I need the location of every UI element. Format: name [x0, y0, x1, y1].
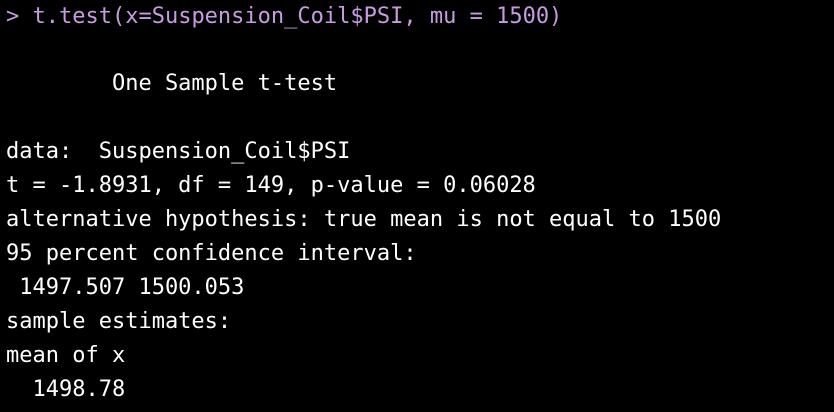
confidence-interval-label: 95 percent confidence interval: — [6, 241, 417, 266]
r-console[interactable]: > t.test(x=Suspension_Coil$PSI, mu = 150… — [0, 0, 834, 412]
sample-estimates-label: sample estimates: — [6, 309, 232, 334]
command-text: t.test(x=Suspension_Coil$PSI, mu = 1500) — [32, 4, 563, 29]
stats-line: t = -1.8931, df = 149, p-value = 0.06028 — [6, 173, 536, 198]
alternative-hypothesis-line: alternative hypothesis: true mean is not… — [6, 207, 722, 232]
estimate-name: mean of x — [6, 343, 126, 368]
test-title: One Sample t-test — [6, 71, 338, 96]
command-line[interactable]: > t.test(x=Suspension_Coil$PSI, mu = 150… — [6, 0, 562, 34]
confidence-interval-values: 1497.507 1500.053 — [6, 275, 245, 300]
data-line: data: Suspension_Coil$PSI — [6, 139, 351, 164]
console-prompt: > — [6, 4, 33, 29]
estimate-value: 1498.78 — [6, 377, 126, 402]
